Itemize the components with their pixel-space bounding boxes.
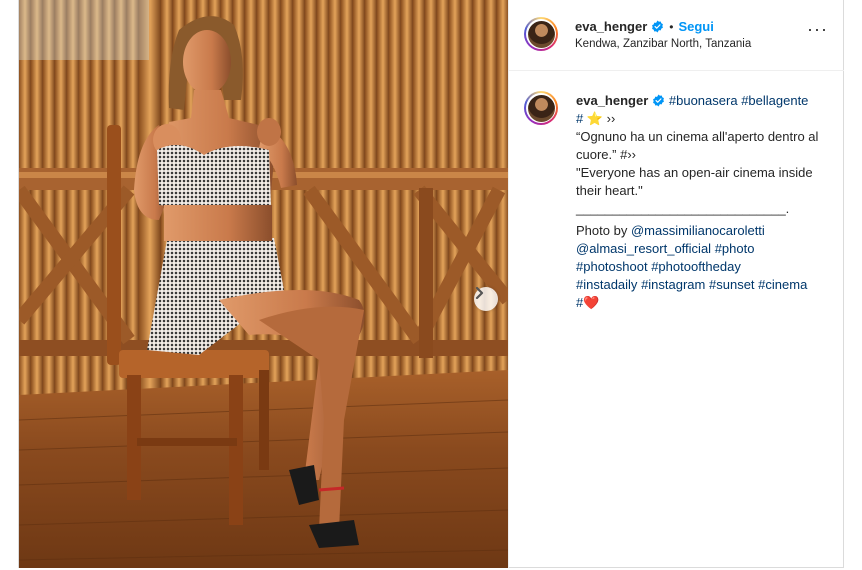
chevron-right-icon [475, 287, 484, 299]
separator-dot: • [669, 20, 674, 34]
header-user-row: eva_henger • Segui [575, 18, 714, 36]
mention-almasi-resort[interactable]: @almasi_resort_official [576, 241, 711, 256]
hashtag-instadaily[interactable]: #instadaily [576, 277, 637, 292]
star-emoji: ⭐ [586, 111, 604, 126]
hashtag-cinema[interactable]: #cinema [758, 277, 807, 292]
heart-emoji: ❤️ [583, 295, 600, 310]
hashtag-instagram[interactable]: #instagram [641, 277, 705, 292]
hashtag-sunset[interactable]: #sunset [709, 277, 755, 292]
arrows-text: ›› [606, 111, 616, 126]
more-options-button[interactable]: ··· [807, 20, 828, 38]
post-caption: eva_henger #buonasera #bellagente # ⭐ ››… [576, 92, 831, 312]
italian-quote: “Ognuno ha un cinema all'aperto dentro a… [576, 129, 819, 162]
caption-avatar[interactable] [524, 91, 558, 125]
english-quote: "Everyone has an open-air cinema inside … [576, 165, 813, 198]
photo-illustration [19, 0, 508, 568]
hashtag-bellagente[interactable]: #bellagente [741, 93, 808, 108]
italian-quote-suffix: #›› [620, 147, 636, 162]
caption-username[interactable]: eva_henger [576, 93, 648, 108]
hashtag-empty[interactable]: # [576, 111, 583, 126]
mention-massimilianocaroletti[interactable]: @massimilianocaroletti [631, 223, 765, 238]
post-location[interactable]: Kendwa, Zanzibar North, Tanzania [575, 38, 751, 50]
post-photo[interactable] [19, 0, 508, 568]
post-side-panel: eva_henger • Segui Kendwa, Zanzibar North… [508, 0, 844, 568]
post-header: eva_henger • Segui Kendwa, Zanzibar North… [509, 0, 844, 71]
hashtag-buonasera[interactable]: #buonasera [669, 93, 738, 108]
author-avatar[interactable] [524, 17, 558, 51]
author-username[interactable]: eva_henger [575, 19, 647, 34]
instagram-post: eva_henger • Segui Kendwa, Zanzibar North… [18, 0, 844, 568]
follow-button[interactable]: Segui [678, 19, 713, 34]
hashtag-photo[interactable]: #photo [715, 241, 755, 256]
caption-divider: _____________________________. [576, 201, 790, 216]
hashtag-photooftheday[interactable]: #photooftheday [651, 259, 741, 274]
next-photo-button[interactable] [474, 287, 498, 311]
photo-by-label: Photo by [576, 223, 628, 238]
verified-badge-icon [652, 20, 664, 33]
verified-badge-icon [653, 94, 665, 107]
hashtag-photoshoot[interactable]: #photoshoot [576, 259, 648, 274]
